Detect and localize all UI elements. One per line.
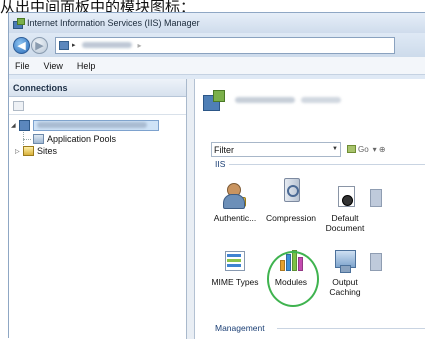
title-bar: Internet Information Services (IIS) Mana…	[9, 13, 425, 33]
address-arrow: ▸	[72, 41, 76, 49]
collapse-icon[interactable]: ◢	[11, 122, 19, 129]
application-pools-icon	[33, 134, 44, 144]
feature-compression[interactable]: Compression	[263, 177, 319, 223]
filter-label: Filter	[214, 144, 234, 155]
section-iis: IIS	[215, 159, 226, 169]
window-title: Internet Information Services (IIS) Mana…	[27, 18, 200, 28]
server-home-icon	[203, 90, 225, 111]
tree-server-node[interactable]: ◢	[11, 119, 159, 131]
filter-dropdown-icon[interactable]: ▼	[332, 146, 338, 152]
feature-authentication-label: Authentic...	[213, 213, 257, 223]
navigation-bar: ◀ ▶ ▸ ▸	[9, 33, 425, 57]
partial-feature-icon	[370, 183, 382, 209]
address-server-name-redacted	[81, 42, 132, 48]
show-all-icon[interactable]: ▾ ⊕	[373, 145, 386, 154]
menu-view[interactable]: View	[44, 61, 63, 71]
connections-title: Connections	[9, 79, 186, 97]
sites-folder-icon	[23, 146, 34, 156]
feature-mime-types[interactable]: MIME Types	[207, 247, 263, 287]
address-bar[interactable]: ▸ ▸	[55, 36, 395, 54]
section-divider	[229, 164, 425, 165]
authentication-icon	[222, 183, 248, 209]
server-name-redacted	[33, 119, 159, 131]
connect-icon[interactable]	[13, 100, 24, 111]
server-home-title-redacted	[235, 97, 295, 103]
filter-bar: Filter ▼ Go ▾ ⊕	[211, 141, 425, 157]
iis-manager-window: Internet Information Services (IIS) Mana…	[8, 12, 425, 339]
tree-sites[interactable]: ▷ Sites	[15, 145, 57, 157]
server-name-blur	[37, 122, 147, 128]
go-label: Go	[358, 144, 369, 154]
mime-types-icon	[222, 247, 248, 273]
tree-sites-label: Sites	[37, 146, 58, 156]
connections-pane: Connections ◢ Application Pools ▷ Sites	[9, 79, 187, 339]
forward-button[interactable]: ▶	[31, 36, 48, 54]
go-button[interactable]: Go ▾ ⊕	[347, 145, 386, 154]
feature-mime-types-label: MIME Types	[211, 277, 259, 287]
feature-partial-2[interactable]	[365, 247, 385, 277]
server-icon	[19, 119, 30, 131]
feature-compression-label: Compression	[265, 213, 317, 223]
expand-icon[interactable]: ▷	[15, 148, 23, 155]
connections-toolbar	[9, 97, 186, 115]
feature-partial-1[interactable]	[365, 183, 385, 213]
back-arrow-icon: ◀	[17, 38, 26, 52]
output-caching-icon	[332, 247, 358, 273]
lock-badge-icon	[235, 197, 246, 207]
section-divider	[277, 328, 425, 329]
address-separator-icon: ▸	[137, 40, 142, 50]
server-node-icon	[59, 40, 69, 50]
tree-connector	[23, 138, 31, 140]
back-button[interactable]: ◀	[13, 36, 30, 54]
pane-splitter[interactable]	[187, 79, 195, 339]
feature-authentication[interactable]: Authentic...	[207, 183, 263, 223]
filter-input[interactable]: Filter ▼	[211, 141, 341, 157]
tree-app-pools[interactable]: Application Pools	[23, 133, 116, 145]
modules-highlight-circle	[267, 251, 319, 307]
iis-app-icon	[13, 18, 25, 29]
menu-bar: File View Help	[9, 57, 425, 75]
home-header	[195, 79, 425, 121]
compression-icon	[278, 177, 304, 203]
feature-output-caching-label: Output Caching	[329, 277, 361, 297]
menu-file[interactable]: File	[15, 61, 30, 71]
tree-app-pools-label: Application Pools	[47, 134, 117, 144]
default-document-icon	[332, 183, 358, 209]
home-word-redacted	[301, 97, 341, 103]
go-icon	[347, 145, 356, 153]
section-management: Management	[215, 323, 265, 333]
partial-feature-icon	[370, 247, 382, 273]
menu-help[interactable]: Help	[77, 61, 96, 71]
forward-arrow-icon: ▶	[35, 38, 44, 52]
feature-default-document-label: Default Document	[325, 213, 365, 233]
